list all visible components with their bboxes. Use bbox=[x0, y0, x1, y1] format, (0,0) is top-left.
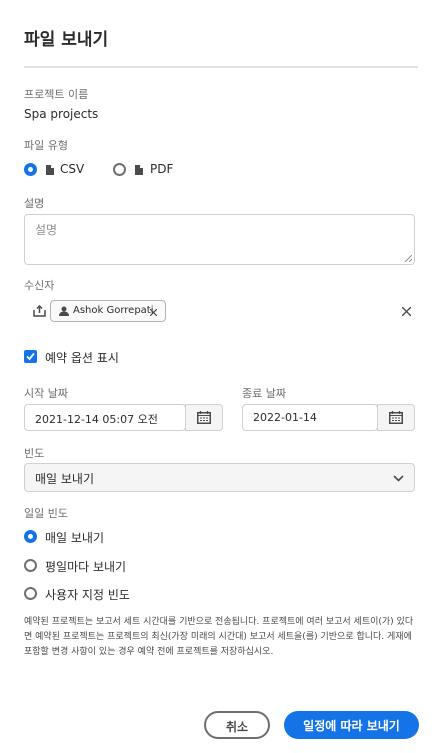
recipient-tag-label: Ashok Gorrepati bbox=[73, 305, 154, 316]
csv-radio[interactable] bbox=[24, 163, 37, 176]
end-date-label: 종료 날짜 bbox=[242, 387, 286, 400]
custom-label: 사용자 지정 빈도 bbox=[45, 588, 130, 602]
every-day-radio[interactable] bbox=[24, 530, 37, 543]
send-on-schedule-button[interactable]: 일정에 따라 보내기 bbox=[284, 711, 419, 739]
user-icon bbox=[59, 306, 69, 316]
send-on-schedule-label: 일정에 따라 보내기 bbox=[303, 719, 400, 733]
end-date-input[interactable]: 2022-01-14 bbox=[242, 404, 378, 431]
chevron-down-icon bbox=[393, 475, 404, 482]
description-label: 설명 bbox=[24, 197, 45, 210]
frequency-select[interactable]: 매일 보내기 bbox=[24, 463, 415, 492]
clear-icon[interactable] bbox=[402, 307, 411, 316]
weekdays-label: 평일마다 보내기 bbox=[45, 560, 127, 574]
daily-frequency-label: 일일 빈도 bbox=[24, 507, 68, 520]
checkmark-icon bbox=[26, 352, 35, 361]
description-placeholder: 설명 bbox=[35, 223, 58, 237]
share-icon[interactable] bbox=[33, 305, 46, 317]
weekdays-radio[interactable] bbox=[24, 559, 37, 572]
calendar-icon bbox=[389, 411, 403, 424]
every-day-label: 매일 보내기 bbox=[45, 531, 105, 545]
frequency-label: 빈도 bbox=[24, 447, 45, 460]
recipient-label: 수신자 bbox=[24, 279, 55, 292]
description-input[interactable]: 설명 bbox=[24, 214, 415, 265]
cancel-button-label: 취소 bbox=[225, 720, 249, 734]
daily-option-every-day[interactable]: 매일 보내기 bbox=[24, 529, 154, 545]
title-divider bbox=[24, 66, 418, 68]
start-date-value: 2021-12-14 05:07 오전 bbox=[35, 413, 158, 426]
calendar-icon bbox=[197, 411, 211, 424]
frequency-value: 매일 보내기 bbox=[35, 472, 95, 486]
cancel-button[interactable]: 취소 bbox=[204, 711, 270, 739]
start-date-label: 시작 날짜 bbox=[24, 387, 68, 400]
project-name-value: Spa projects bbox=[24, 107, 99, 121]
tag-remove-icon[interactable] bbox=[150, 309, 157, 316]
dialog-title: 파일 보내기 bbox=[24, 30, 109, 50]
file-type-label: 파일 유형 bbox=[24, 139, 68, 152]
custom-radio[interactable] bbox=[24, 587, 37, 600]
recipient-tag[interactable]: Ashok Gorrepati bbox=[50, 300, 166, 322]
daily-option-weekdays[interactable]: 평일마다 보내기 bbox=[24, 558, 154, 574]
start-date-picker-button[interactable] bbox=[185, 404, 223, 431]
file-type-option-pdf[interactable]: PDF bbox=[113, 162, 183, 178]
schedule-checkbox-label[interactable]: 예약 옵션 표시 bbox=[45, 349, 119, 366]
schedule-info-text: 예약된 프로젝트는 보고서 세트 시간대를 기반으로 전송됩니다. 프로젝트에 … bbox=[24, 617, 414, 657]
daily-option-custom[interactable]: 사용자 지정 빈도 bbox=[24, 586, 154, 602]
csv-file-icon bbox=[46, 165, 54, 175]
resize-handle-icon[interactable] bbox=[404, 254, 412, 262]
schedule-checkbox[interactable] bbox=[24, 350, 37, 363]
pdf-radio[interactable] bbox=[113, 163, 126, 176]
pdf-file-icon bbox=[135, 165, 143, 175]
project-name-label: 프로젝트 이름 bbox=[24, 88, 89, 101]
end-date-picker-button[interactable] bbox=[377, 404, 415, 431]
pdf-label: PDF bbox=[150, 162, 174, 176]
file-type-option-csv[interactable]: CSV bbox=[24, 162, 94, 178]
start-date-input[interactable]: 2021-12-14 05:07 오전 bbox=[24, 404, 186, 431]
end-date-value: 2022-01-14 bbox=[253, 411, 317, 424]
csv-label: CSV bbox=[60, 162, 85, 176]
